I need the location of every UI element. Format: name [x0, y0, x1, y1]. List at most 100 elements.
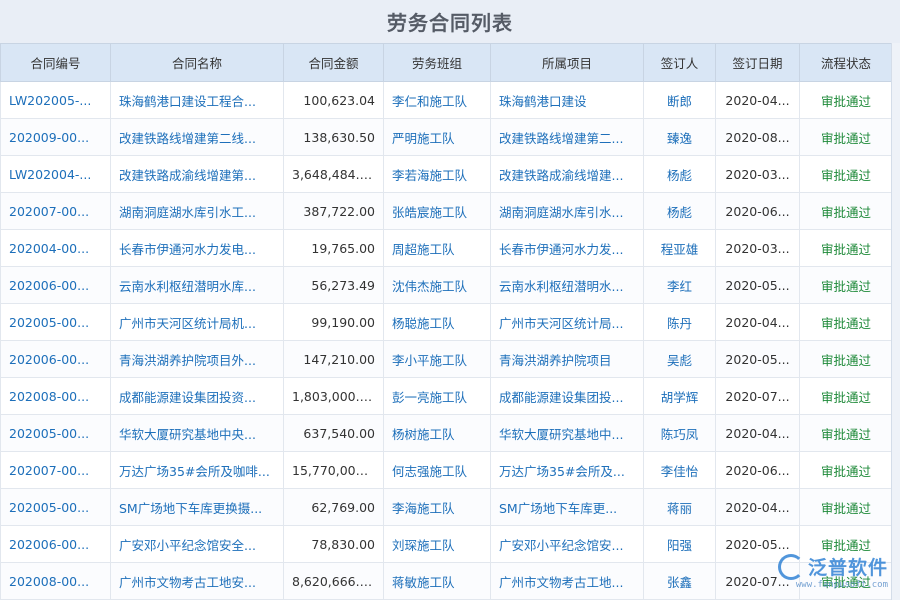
- cell-contract-name[interactable]: 改建铁路线增建第二线...: [111, 119, 284, 156]
- table-row[interactable]: 202007-00...湖南洞庭湖水库引水工...387,722.00张皓宸施工…: [1, 193, 893, 230]
- brand-name: 泛普软件: [808, 553, 888, 580]
- cell-contract-name[interactable]: 广州市天河区统计局机...: [111, 304, 284, 341]
- table-row[interactable]: 202007-00...万达广场35#会所及咖啡...15,770,000...…: [1, 452, 893, 489]
- table-row[interactable]: 202005-00...SM广场地下车库更换摄...62,769.00李海施工队…: [1, 489, 893, 526]
- cell-labor-team[interactable]: 李若海施工队: [384, 156, 491, 193]
- table-row[interactable]: 202004-00...长春市伊通河水力发电...19,765.00周超施工队长…: [1, 230, 893, 267]
- cell-status: 审批通过: [800, 452, 893, 489]
- cell-project[interactable]: 华软大厦研究基地中...: [491, 415, 644, 452]
- cell-contract-no[interactable]: 202005-00...: [1, 304, 111, 341]
- cell-labor-team[interactable]: 杨树施工队: [384, 415, 491, 452]
- cell-amount: 8,620,666.50: [284, 563, 384, 600]
- cell-contract-name[interactable]: 湖南洞庭湖水库引水工...: [111, 193, 284, 230]
- cell-contract-no[interactable]: 202005-00...: [1, 415, 111, 452]
- cell-project[interactable]: 成都能源建设集团投...: [491, 378, 644, 415]
- cell-amount: 1,803,000.00: [284, 378, 384, 415]
- cell-contract-no[interactable]: LW202005-...: [1, 82, 111, 119]
- cell-contract-no[interactable]: 202008-00...: [1, 378, 111, 415]
- cell-contract-no[interactable]: 202006-00...: [1, 341, 111, 378]
- cell-project[interactable]: 改建铁路成渝线增建...: [491, 156, 644, 193]
- cell-signer: 阳强: [644, 526, 716, 563]
- cell-status: 审批通过: [800, 119, 893, 156]
- title-bar: 劳务合同列表: [0, 0, 900, 43]
- cell-contract-name[interactable]: 云南水利枢纽潜明水库...: [111, 267, 284, 304]
- col-header-sign-date[interactable]: 签订日期: [716, 44, 800, 82]
- cell-contract-name[interactable]: 长春市伊通河水力发电...: [111, 230, 284, 267]
- cell-project[interactable]: 湖南洞庭湖水库引水...: [491, 193, 644, 230]
- cell-contract-no[interactable]: 202006-00...: [1, 526, 111, 563]
- col-header-amount[interactable]: 合同金额: [284, 44, 384, 82]
- cell-labor-team[interactable]: 蒋敏施工队: [384, 563, 491, 600]
- col-header-contract-name[interactable]: 合同名称: [111, 44, 284, 82]
- cell-contract-name[interactable]: 万达广场35#会所及咖啡...: [111, 452, 284, 489]
- scrollbar-track[interactable]: [891, 43, 900, 600]
- col-header-signer[interactable]: 签订人: [644, 44, 716, 82]
- cell-contract-no[interactable]: 202007-00...: [1, 452, 111, 489]
- cell-project[interactable]: SM广场地下车库更...: [491, 489, 644, 526]
- cell-labor-team[interactable]: 严明施工队: [384, 119, 491, 156]
- cell-labor-team[interactable]: 杨聪施工队: [384, 304, 491, 341]
- cell-labor-team[interactable]: 周超施工队: [384, 230, 491, 267]
- cell-project[interactable]: 珠海鹤港口建设: [491, 82, 644, 119]
- cell-project[interactable]: 万达广场35#会所及...: [491, 452, 644, 489]
- table-row[interactable]: 202006-00...云南水利枢纽潜明水库...56,273.49沈伟杰施工队…: [1, 267, 893, 304]
- col-header-status[interactable]: 流程状态: [800, 44, 893, 82]
- cell-status: 审批通过: [800, 489, 893, 526]
- table-row[interactable]: 202009-00...改建铁路线增建第二线...138,630.50严明施工队…: [1, 119, 893, 156]
- col-header-contract-no[interactable]: 合同编号: [1, 44, 111, 82]
- table-row[interactable]: 202005-00...广州市天河区统计局机...99,190.00杨聪施工队广…: [1, 304, 893, 341]
- cell-signer: 断郎: [644, 82, 716, 119]
- cell-signer: 杨彪: [644, 156, 716, 193]
- cell-contract-name[interactable]: 广州市文物考古工地安...: [111, 563, 284, 600]
- table-row[interactable]: 202006-00...青海洪湖养护院项目外...147,210.00李小平施工…: [1, 341, 893, 378]
- cell-amount: 147,210.00: [284, 341, 384, 378]
- cell-labor-team[interactable]: 李小平施工队: [384, 341, 491, 378]
- cell-contract-name[interactable]: 改建铁路成渝线增建第...: [111, 156, 284, 193]
- col-header-labor-team[interactable]: 劳务班组: [384, 44, 491, 82]
- cell-status: 审批通过: [800, 156, 893, 193]
- col-header-project[interactable]: 所属项目: [491, 44, 644, 82]
- cell-sign-date: 2020-04...: [716, 415, 800, 452]
- cell-contract-no[interactable]: 202007-00...: [1, 193, 111, 230]
- table-row[interactable]: LW202005-...珠海鹤港口建设工程合...100,623.04李仁和施工…: [1, 82, 893, 119]
- cell-contract-name[interactable]: 青海洪湖养护院项目外...: [111, 341, 284, 378]
- cell-labor-team[interactable]: 李仁和施工队: [384, 82, 491, 119]
- cell-contract-name[interactable]: 华软大厦研究基地中央...: [111, 415, 284, 452]
- brand-url: www.fanpusoft.com: [796, 580, 888, 590]
- cell-labor-team[interactable]: 李海施工队: [384, 489, 491, 526]
- cell-labor-team[interactable]: 刘琛施工队: [384, 526, 491, 563]
- cell-contract-no[interactable]: 202008-00...: [1, 563, 111, 600]
- table-row[interactable]: 202006-00...广安邓小平纪念馆安全...78,830.00刘琛施工队广…: [1, 526, 893, 563]
- cell-amount: 56,273.49: [284, 267, 384, 304]
- table-row[interactable]: LW202004-...改建铁路成渝线增建第...3,648,484.00李若海…: [1, 156, 893, 193]
- cell-contract-no[interactable]: 202004-00...: [1, 230, 111, 267]
- cell-project[interactable]: 青海洪湖养护院项目: [491, 341, 644, 378]
- cell-project[interactable]: 广州市文物考古工地...: [491, 563, 644, 600]
- table-row[interactable]: 202008-00...广州市文物考古工地安...8,620,666.50蒋敏施…: [1, 563, 893, 600]
- cell-contract-no[interactable]: 202006-00...: [1, 267, 111, 304]
- cell-project[interactable]: 广安邓小平纪念馆安...: [491, 526, 644, 563]
- cell-labor-team[interactable]: 张皓宸施工队: [384, 193, 491, 230]
- cell-contract-name[interactable]: SM广场地下车库更换摄...: [111, 489, 284, 526]
- cell-labor-team[interactable]: 沈伟杰施工队: [384, 267, 491, 304]
- cell-labor-team[interactable]: 何志强施工队: [384, 452, 491, 489]
- cell-project[interactable]: 改建铁路线增建第二...: [491, 119, 644, 156]
- table-row[interactable]: 202005-00...华软大厦研究基地中央...637,540.00杨树施工队…: [1, 415, 893, 452]
- cell-project[interactable]: 广州市天河区统计局...: [491, 304, 644, 341]
- contract-table: 合同编号 合同名称 合同金额 劳务班组 所属项目 签订人 签订日期 流程状态 L…: [0, 43, 900, 600]
- cell-contract-name[interactable]: 珠海鹤港口建设工程合...: [111, 82, 284, 119]
- cell-contract-no[interactable]: 202005-00...: [1, 489, 111, 526]
- cell-project[interactable]: 长春市伊通河水力发...: [491, 230, 644, 267]
- cell-signer: 陈巧凤: [644, 415, 716, 452]
- cell-contract-no[interactable]: 202009-00...: [1, 119, 111, 156]
- cell-signer: 李红: [644, 267, 716, 304]
- cell-contract-no[interactable]: LW202004-...: [1, 156, 111, 193]
- table-row[interactable]: 202008-00...成都能源建设集团投资...1,803,000.00彭一亮…: [1, 378, 893, 415]
- cell-contract-name[interactable]: 广安邓小平纪念馆安全...: [111, 526, 284, 563]
- cell-labor-team[interactable]: 彭一亮施工队: [384, 378, 491, 415]
- cell-amount: 99,190.00: [284, 304, 384, 341]
- cell-project[interactable]: 云南水利枢纽潜明水...: [491, 267, 644, 304]
- cell-status: 审批通过: [800, 341, 893, 378]
- cell-contract-name[interactable]: 成都能源建设集团投资...: [111, 378, 284, 415]
- cell-sign-date: 2020-06...: [716, 452, 800, 489]
